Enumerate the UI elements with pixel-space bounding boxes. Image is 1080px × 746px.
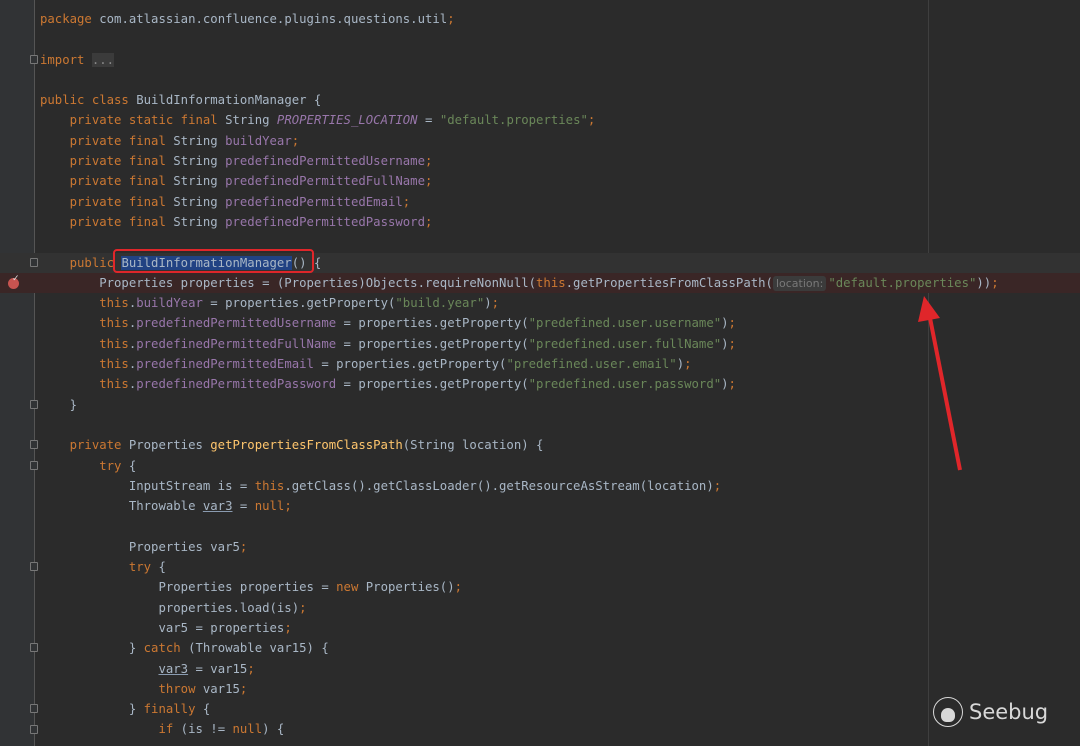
- annotation-arrow-icon: [918, 296, 962, 471]
- watermark-text: Seebug: [969, 700, 1049, 724]
- seebug-watermark: Seebug: [933, 697, 1048, 727]
- seebug-logo-icon: [933, 697, 963, 727]
